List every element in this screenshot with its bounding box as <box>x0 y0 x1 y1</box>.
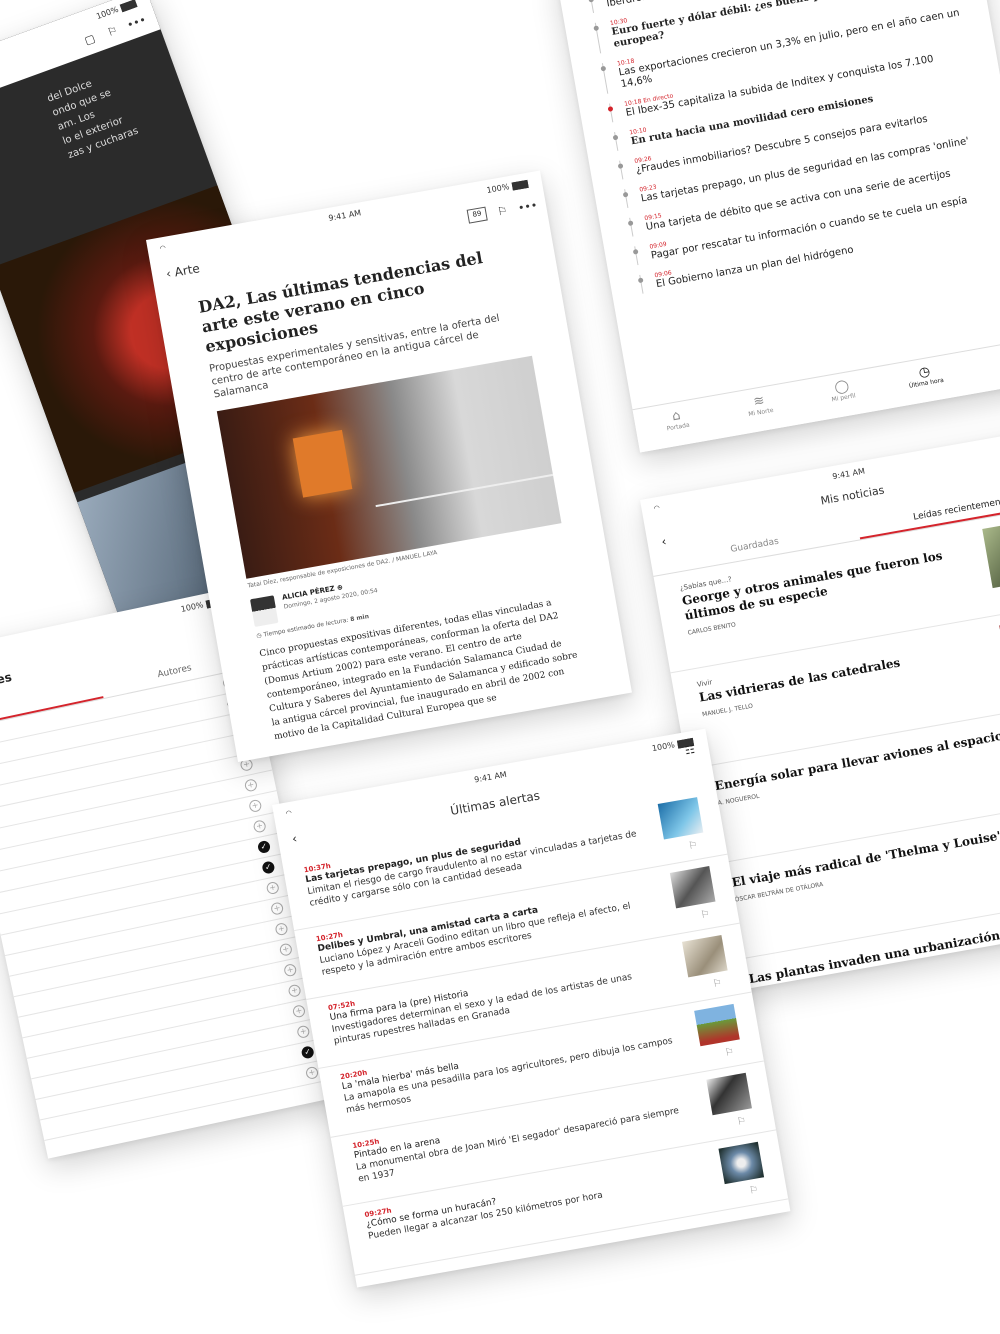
bookmark-icon[interactable]: ⚐ <box>688 840 699 852</box>
bookmark-icon[interactable]: ⚐ <box>736 1116 747 1128</box>
tab-menu[interactable]: ☰Menú <box>964 337 1000 394</box>
alert-thumbnail[interactable] <box>669 866 716 909</box>
filter-icon[interactable]: ☷ <box>684 743 696 758</box>
section-label: Arte <box>173 261 201 280</box>
timeline-list: 10:39Iberdrola desembarca en proyecto eó… <box>555 0 1000 299</box>
comments-count[interactable]: 89 <box>466 206 488 224</box>
add-icon[interactable]: + <box>270 901 285 916</box>
tab-layers[interactable]: ≋ Mi Norte <box>715 381 805 438</box>
bookmark-icon[interactable]: ⚐ <box>700 909 711 921</box>
bookmark-icon[interactable]: ⚐ <box>102 22 123 43</box>
battery-indicator: 100% <box>486 179 529 195</box>
check-icon[interactable]: ✓ <box>261 860 276 875</box>
add-icon[interactable]: + <box>291 1004 307 1019</box>
tab-clock[interactable]: ◷ Última hora <box>881 352 971 409</box>
add-icon[interactable]: + <box>283 963 298 978</box>
add-icon[interactable]: + <box>252 819 267 834</box>
bookmark-icon[interactable]: ⚐ <box>748 1184 759 1196</box>
last-hour-screen: 10:39Iberdrola desembarca en proyecto eó… <box>555 0 1000 453</box>
avatar <box>249 595 279 627</box>
add-icon[interactable]: + <box>304 1065 320 1081</box>
back-button[interactable]: ‹ Arte <box>165 261 201 281</box>
card-thumbnail[interactable] <box>982 515 1000 589</box>
more-icon[interactable]: ••• <box>125 13 148 34</box>
add-icon[interactable]: + <box>265 880 280 896</box>
add-icon[interactable]: + <box>278 942 293 957</box>
more-icon[interactable]: ••• <box>517 198 538 217</box>
check-icon[interactable]: ✓ <box>256 839 272 855</box>
add-icon[interactable]: + <box>248 798 263 813</box>
menu-icon: ☰ <box>965 343 1000 372</box>
tab-user[interactable]: ◯ Mi perfil <box>798 366 888 423</box>
add-icon[interactable]: + <box>243 778 259 793</box>
alert-thumbnail[interactable] <box>718 1141 765 1185</box>
bookmark-icon[interactable]: ⚐ <box>724 1047 735 1059</box>
alerts-list: 10:37h Las tarjetas prepago, un plus de s… <box>282 785 789 1276</box>
add-icon[interactable]: + <box>296 1024 311 1039</box>
bookmark-icon[interactable]: ⚐ <box>712 978 723 990</box>
page-title: tereses <box>0 669 13 695</box>
comments-icon[interactable]: ▢ <box>80 30 101 51</box>
follow-icon[interactable]: ⊕ <box>336 583 343 592</box>
bookmark-icon[interactable]: ⚐ <box>493 202 512 221</box>
clock-icon: ◷ <box>255 631 263 640</box>
alert-thumbnail[interactable] <box>657 797 704 840</box>
alert-thumbnail[interactable] <box>706 1072 752 1116</box>
check-icon[interactable]: ✓ <box>300 1045 315 1060</box>
tab-home[interactable]: ⌂ Portada <box>633 396 723 453</box>
chevron-left-icon: ‹ <box>660 534 668 549</box>
add-icon[interactable]: + <box>287 983 302 998</box>
alert-thumbnail[interactable] <box>681 934 728 978</box>
back-button[interactable]: ‹ <box>660 534 667 549</box>
alerts-screen: ◠ 9:41 AM 100% ‹ Últimas alertas ☷ 10:37… <box>272 728 791 1288</box>
alert-thumbnail[interactable] <box>694 1003 740 1047</box>
tab-bar: ⌂Portada≋Mi Norte◯Mi perfil◷Última hora☰… <box>632 336 1000 453</box>
add-icon[interactable]: + <box>274 921 289 937</box>
